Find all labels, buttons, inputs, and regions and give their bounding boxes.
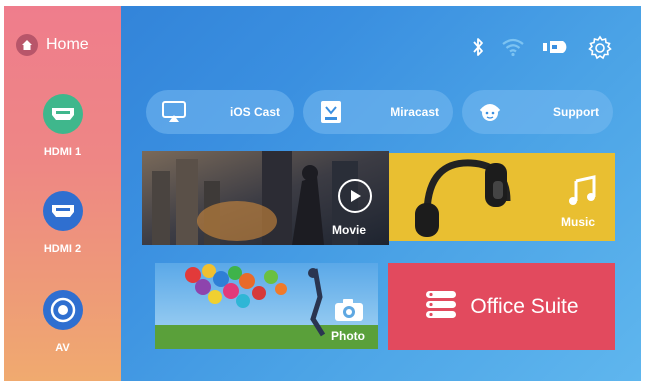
wifi-icon[interactable] xyxy=(500,34,526,60)
support-label: Support xyxy=(553,105,599,119)
tv-launcher-screen: Home HDMI 1 HDMI 2 AV iOS Cast Miracast … xyxy=(4,6,641,381)
home-label: Home xyxy=(46,36,89,53)
support-icon xyxy=(476,98,504,126)
projector-icon[interactable] xyxy=(540,34,574,60)
source-hdmi-1[interactable]: HDMI 1 xyxy=(4,94,121,158)
music-label: Music xyxy=(561,215,596,229)
bluetooth-icon[interactable] xyxy=(467,34,489,60)
ios-cast-label: iOS Cast xyxy=(229,105,280,119)
list-icon xyxy=(424,289,458,324)
source-hdmi-2-label: HDMI 2 xyxy=(43,243,82,255)
movie-tile[interactable]: Movie xyxy=(142,151,389,245)
play-icon xyxy=(338,179,372,213)
miracast-icon xyxy=(317,98,345,126)
sidebar: Home HDMI 1 HDMI 2 AV xyxy=(4,6,121,381)
source-av[interactable]: AV xyxy=(4,290,121,354)
photo-label: Photo xyxy=(331,329,365,343)
home-icon xyxy=(16,34,38,56)
miracast-button[interactable]: Miracast xyxy=(303,90,453,134)
office-suite-tile[interactable]: Office Suite xyxy=(388,263,615,350)
source-hdmi-1-label: HDMI 1 xyxy=(43,146,82,158)
source-av-label: AV xyxy=(55,342,70,354)
ios-cast-button[interactable]: iOS Cast xyxy=(146,90,294,134)
photo-tile[interactable]: Photo xyxy=(155,263,378,349)
hdmi-icon xyxy=(42,94,83,134)
source-hdmi-2[interactable]: HDMI 2 xyxy=(4,191,121,255)
home-button[interactable]: Home xyxy=(16,34,89,56)
support-button[interactable]: Support xyxy=(462,90,613,134)
movie-label: Movie xyxy=(332,223,367,237)
camera-icon xyxy=(333,297,365,328)
airplay-icon xyxy=(160,98,188,126)
av-icon xyxy=(42,290,83,330)
office-suite-label: Office Suite xyxy=(470,294,579,318)
music-tile[interactable]: Music xyxy=(389,153,615,241)
hdmi-icon xyxy=(42,191,83,231)
music-note-icon xyxy=(566,175,598,212)
miracast-label: Miracast xyxy=(390,105,439,119)
gear-icon[interactable] xyxy=(586,34,614,62)
